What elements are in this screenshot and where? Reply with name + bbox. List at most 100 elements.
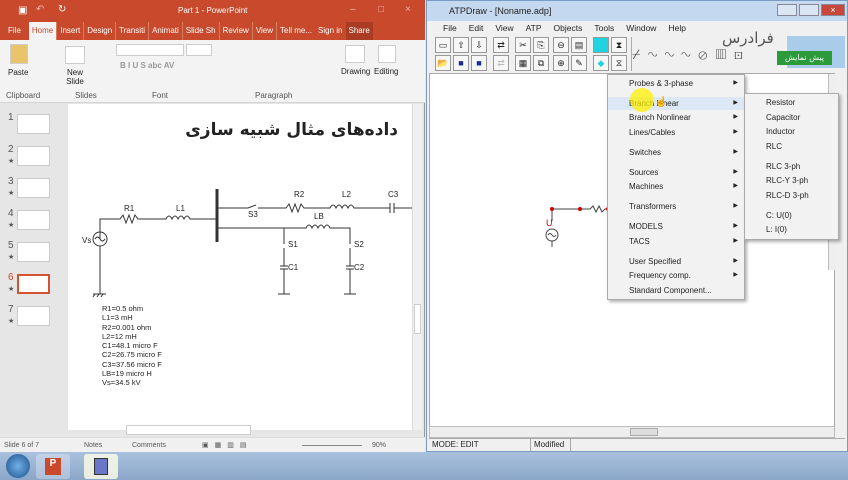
display-icon[interactable]: ▤ xyxy=(571,37,587,53)
save-icon[interactable]: ▣ xyxy=(18,5,27,16)
scroll-thumb[interactable] xyxy=(414,304,421,334)
taskbar-atpdraw[interactable] xyxy=(84,454,118,479)
zoom-out-icon[interactable]: ⊖ xyxy=(553,37,569,53)
tab-insert[interactable]: Insert xyxy=(57,22,85,40)
vertical-scrollbar[interactable] xyxy=(412,104,422,430)
open-folder-icon[interactable]: ⇧ xyxy=(453,37,469,53)
hourglass-icon[interactable]: ⧗ xyxy=(611,37,627,53)
tab-design[interactable]: Design xyxy=(84,22,117,40)
tab-view[interactable]: View xyxy=(253,22,278,40)
submenu-item-capacitor[interactable]: Capacitor xyxy=(766,111,800,124)
tab-review[interactable]: Review xyxy=(220,22,253,40)
slide-thumbnail[interactable] xyxy=(17,146,50,166)
tab-file[interactable]: File xyxy=(0,22,29,40)
menu-item-standard-component[interactable]: Standard Component... xyxy=(608,284,744,297)
menu-window[interactable]: Window xyxy=(620,23,662,33)
submenu-item-c-u0[interactable]: C: U(0) xyxy=(766,209,792,222)
menu-file[interactable]: File xyxy=(437,23,463,33)
fill-icon[interactable] xyxy=(593,37,609,53)
save-as-icon[interactable]: ■ xyxy=(471,55,487,71)
font-name-select[interactable] xyxy=(116,44,184,56)
submenu-item-l-i0[interactable]: L: I(0) xyxy=(766,223,787,236)
edit-icon[interactable]: ✎ xyxy=(571,55,587,71)
submenu-item-inductor[interactable]: Inductor xyxy=(766,125,795,138)
menu-tools[interactable]: Tools xyxy=(588,23,620,33)
submenu-item-rlc[interactable]: RLC xyxy=(766,140,782,153)
view-buttons[interactable]: ▣▦▥▤ xyxy=(202,441,302,449)
tab-transitions[interactable]: Transiti xyxy=(116,22,150,40)
submenu-item-rlc-y-3ph[interactable]: RLC-Y 3-ph xyxy=(766,174,808,187)
menu-item-machines[interactable]: Machines ▶ xyxy=(608,180,744,193)
zoom-slider[interactable] xyxy=(302,444,362,446)
menu-edit[interactable]: Edit xyxy=(463,23,490,33)
slide-canvas[interactable]: داده‌های مثال شبیه سازی R1 L1 Vs S3 R2 L… xyxy=(68,104,412,430)
paste-icon[interactable]: ▦ xyxy=(515,55,531,71)
zoom-level[interactable]: 90% xyxy=(372,442,386,449)
menu-item-sources[interactable]: Sources ▶ xyxy=(608,166,744,179)
cut-icon[interactable]: ✂ xyxy=(515,37,531,53)
slide-thumbnail[interactable] xyxy=(17,114,50,134)
new-slide-button[interactable]: New Slide xyxy=(62,68,88,86)
redo-icon[interactable]: ⇄ xyxy=(493,55,509,71)
menu-help[interactable]: Help xyxy=(662,23,691,33)
submenu-item-resistor[interactable]: Resistor xyxy=(766,96,795,109)
font-format-icons[interactable]: B I U S abc AV xyxy=(120,61,174,70)
close-button[interactable]: × xyxy=(821,4,845,16)
menu-item-switches[interactable]: Switches ▶ xyxy=(608,146,744,159)
close-icon[interactable]: × xyxy=(405,4,411,15)
slide-thumbnail[interactable] xyxy=(17,178,50,198)
horizontal-scrollbar[interactable] xyxy=(126,425,251,435)
font-size-select[interactable] xyxy=(186,44,212,56)
menu-item-models[interactable]: MODELS ▶ xyxy=(608,220,744,233)
horizontal-scrollbar[interactable] xyxy=(429,426,835,438)
taskbar-powerpoint[interactable]: P xyxy=(36,454,70,479)
flip-icon[interactable]: ⧖ xyxy=(611,55,627,71)
drawing-button[interactable]: Drawing xyxy=(341,67,370,76)
zoom-in-icon[interactable]: ⊕ xyxy=(553,55,569,71)
open-icon[interactable]: 📂 xyxy=(435,55,451,71)
menu-item-branch-linear[interactable]: Branch Linear ▶ xyxy=(608,97,744,110)
save-icon[interactable]: ■ xyxy=(453,55,469,71)
menu-item-transformers[interactable]: Transformers ▶ xyxy=(608,200,744,213)
drawing-icon[interactable] xyxy=(345,45,365,63)
undo-icon[interactable]: ↶ xyxy=(36,4,44,15)
menu-item-frequency-comp[interactable]: Frequency comp. ▶ xyxy=(608,269,744,282)
menu-objects[interactable]: Objects xyxy=(548,23,589,33)
maximize-icon[interactable]: □ xyxy=(378,4,384,15)
tell-me-input[interactable]: Tell me... xyxy=(277,22,315,40)
sign-in-link[interactable]: Sign in xyxy=(315,22,345,40)
search-icon[interactable] xyxy=(378,45,396,63)
paste-icon[interactable] xyxy=(10,44,28,64)
rotate-icon[interactable]: ◆ xyxy=(593,55,609,71)
redo-icon[interactable]: ↻ xyxy=(58,4,66,15)
paste-button[interactable]: Paste xyxy=(8,68,28,77)
scroll-thumb[interactable] xyxy=(630,428,658,436)
menu-atp[interactable]: ATP xyxy=(520,23,548,33)
minimize-button[interactable] xyxy=(777,4,797,16)
start-button[interactable] xyxy=(6,454,30,478)
new-icon[interactable]: ▭ xyxy=(435,37,451,53)
menu-view[interactable]: View xyxy=(489,23,519,33)
duplicate-icon[interactable]: ⧉ xyxy=(533,55,549,71)
submenu-item-rlc-3ph[interactable]: RLC 3-ph xyxy=(766,160,800,173)
copy-icon[interactable]: ⎘ xyxy=(533,37,549,53)
comments-button[interactable]: Comments xyxy=(132,442,202,449)
slide-thumbnail-selected[interactable] xyxy=(17,274,50,294)
menu-item-probes[interactable]: Probes & 3-phase ▶ xyxy=(608,77,744,90)
tab-slideshow[interactable]: Slide Sh xyxy=(183,22,220,40)
minimize-icon[interactable]: – xyxy=(350,4,356,15)
menu-item-user-specified[interactable]: User Specified ▶ xyxy=(608,255,744,268)
menu-item-branch-nonlinear[interactable]: Branch Nonlinear ▶ xyxy=(608,111,744,124)
swap-icon[interactable]: ⇄ xyxy=(493,37,509,53)
slide-thumbnail[interactable] xyxy=(17,242,50,262)
share-button[interactable]: Share xyxy=(345,22,373,40)
slide-thumbnail[interactable] xyxy=(17,306,50,326)
import-icon[interactable]: ⇩ xyxy=(471,37,487,53)
menu-item-tacs[interactable]: TACS ▶ xyxy=(608,235,744,248)
editing-button[interactable]: Editing xyxy=(374,67,398,76)
menu-item-lines-cables[interactable]: Lines/Cables ▶ xyxy=(608,126,744,139)
tab-animations[interactable]: Animati xyxy=(149,22,183,40)
tab-home[interactable]: Home xyxy=(28,22,58,40)
submenu-item-rlc-d-3ph[interactable]: RLC-D 3-ph xyxy=(766,189,809,202)
maximize-button[interactable] xyxy=(799,4,819,16)
